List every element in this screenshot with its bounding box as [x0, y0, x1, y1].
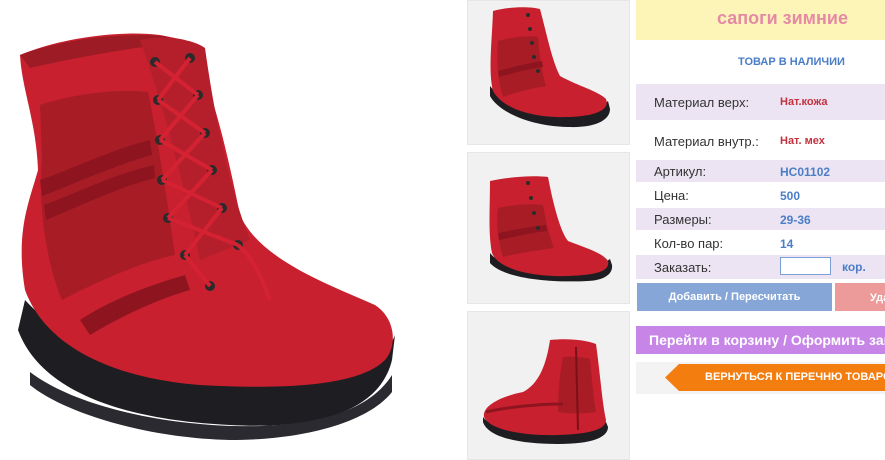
- spec-value: 29-36: [780, 213, 811, 227]
- spec-row-material-inner: Материал внутр.: Нат. мех: [636, 122, 885, 158]
- spec-value: НС01102: [780, 165, 831, 179]
- spec-row-material-upper: Материал верх: Нат.кожа: [636, 84, 885, 120]
- spec-row-pairs: Кол-во пар: 14: [636, 232, 885, 254]
- add-recalculate-button[interactable]: Добавить / Пересчитать: [637, 283, 832, 311]
- thumbnail-1[interactable]: [467, 0, 630, 145]
- back-to-list-button[interactable]: ВЕРНУТЬСЯ К ПЕРЕЧНЮ ТОВАРОВ: [665, 364, 885, 391]
- boot-image-thumb-3: [483, 339, 608, 444]
- spec-label: Материал верх:: [654, 95, 750, 110]
- go-to-cart-button[interactable]: Перейти в корзину / Оформить заказ: [636, 326, 885, 354]
- spec-label: Артикул:: [654, 164, 707, 179]
- thumbnail-2[interactable]: [467, 152, 630, 304]
- stock-status: ТОВАР В НАЛИЧИИ: [738, 56, 845, 68]
- spec-label: Кол-во пар:: [654, 236, 724, 251]
- spec-label: Цена:: [654, 188, 689, 203]
- spec-label: Размеры:: [654, 212, 712, 227]
- boot-image-thumb-1: [490, 7, 610, 128]
- thumbnail-3[interactable]: [467, 311, 630, 460]
- boot-image-thumb-2: [489, 176, 613, 282]
- spec-row-sizes: Размеры: 29-36: [636, 208, 885, 230]
- spec-value: 14: [780, 237, 794, 251]
- spec-row-price: Цена: 500: [636, 184, 885, 206]
- spec-label: Материал внутр.:: [654, 134, 759, 149]
- boot-image-main: [18, 33, 395, 440]
- spec-value: 500: [780, 189, 801, 203]
- spec-row-article: Артикул: НС01102: [636, 160, 885, 182]
- spec-value: Нат. мех: [780, 135, 825, 147]
- product-title: сапоги зимние: [717, 8, 848, 28]
- spec-value: Нат.кожа: [780, 96, 828, 108]
- order-quantity-input[interactable]: [780, 257, 831, 275]
- delete-button[interactable]: Удалить: [835, 283, 885, 311]
- main-product-image[interactable]: [0, 0, 460, 458]
- order-label: Заказать:: [654, 260, 712, 275]
- order-unit-label: кор.: [842, 260, 866, 274]
